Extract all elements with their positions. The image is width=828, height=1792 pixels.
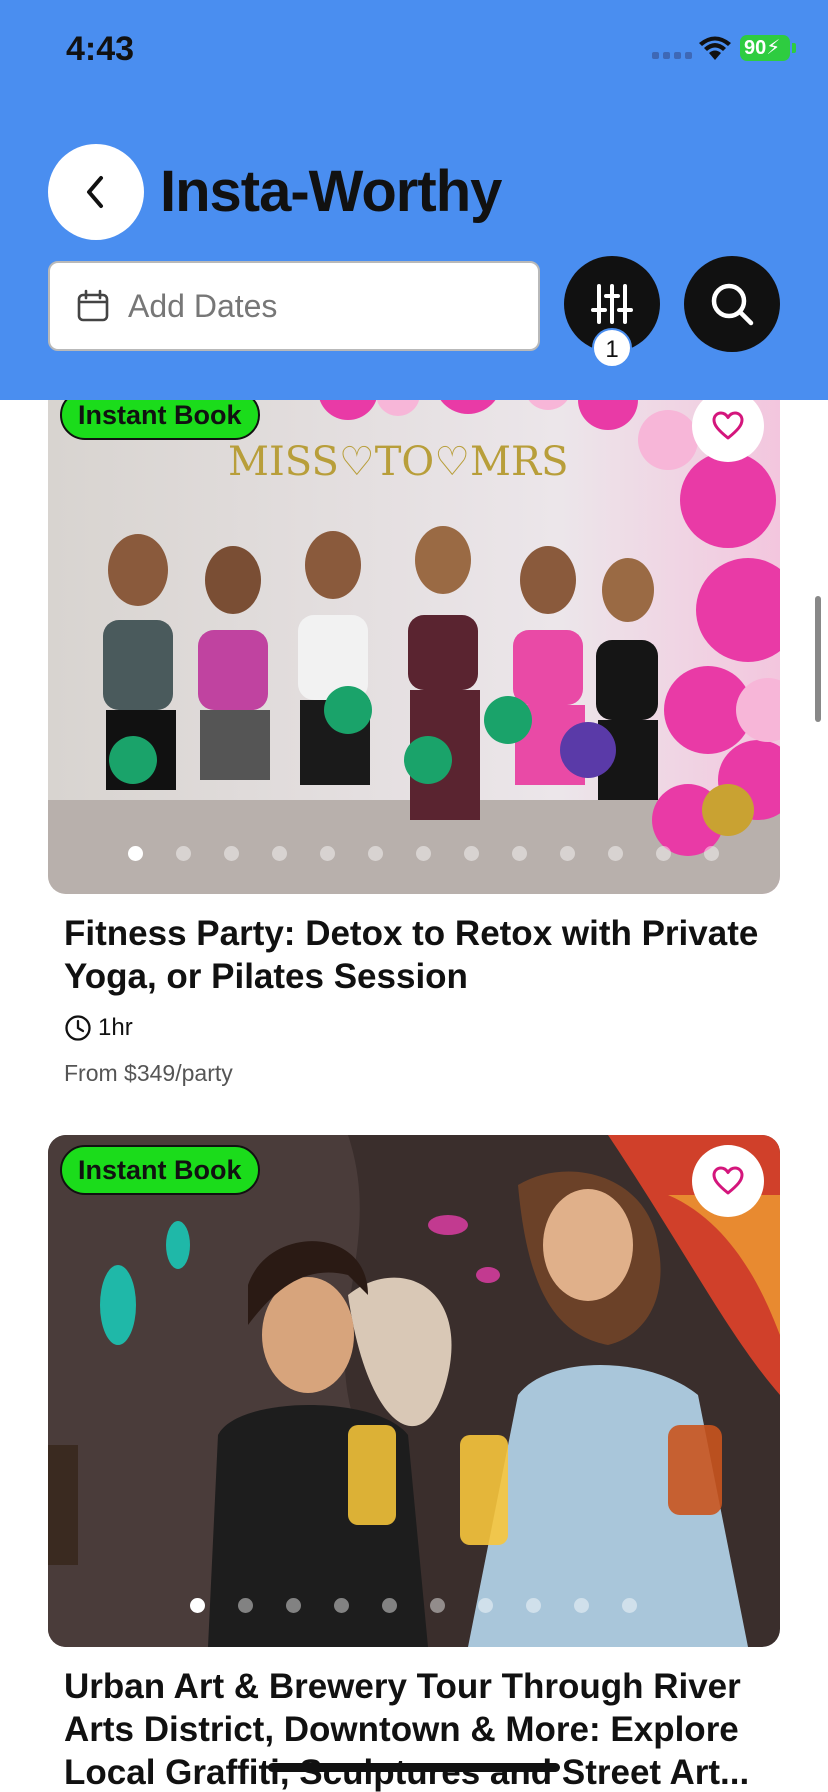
image-carousel-dots[interactable] xyxy=(48,846,780,861)
chevron-left-icon xyxy=(87,176,103,208)
home-indicator[interactable] xyxy=(268,1763,560,1772)
listing-price: From $349/party xyxy=(64,1060,233,1086)
listing-photo[interactable]: Instant Book xyxy=(48,1135,780,1647)
battery-level: 90 xyxy=(744,37,767,59)
carousel-dot[interactable] xyxy=(478,1598,493,1613)
svg-text:MISS♡TO♡MRS: MISS♡TO♡MRS xyxy=(228,439,569,485)
carousel-dot[interactable] xyxy=(286,1598,301,1613)
listing-photo[interactable]: MISS♡TO♡MRS Instant Book xyxy=(48,380,780,894)
listing-title[interactable]: Fitness Party: Detox to Retox with Priva… xyxy=(64,912,764,998)
carousel-dot[interactable] xyxy=(368,846,383,861)
carousel-dot[interactable] xyxy=(190,1598,205,1613)
image-carousel-dots[interactable] xyxy=(48,1598,780,1613)
carousel-dot[interactable] xyxy=(272,846,287,861)
scroll-indicator[interactable] xyxy=(815,596,821,722)
filter-count-badge: 1 xyxy=(592,328,632,368)
listing-duration: 1hr xyxy=(64,1014,133,1042)
page-title: Insta-Worthy xyxy=(160,159,502,224)
wifi-icon xyxy=(699,36,731,60)
heart-icon xyxy=(712,411,744,440)
carousel-dot[interactable] xyxy=(128,846,143,861)
search-icon xyxy=(711,283,754,326)
listing-photo-image: MISS♡TO♡MRS xyxy=(48,380,780,894)
carousel-dot[interactable] xyxy=(430,1598,445,1613)
search-button[interactable] xyxy=(684,256,780,352)
battery-icon: 90⚡ xyxy=(740,35,796,61)
carousel-dot[interactable] xyxy=(622,1598,637,1613)
back-button[interactable] xyxy=(48,144,144,240)
listing-photo-image xyxy=(48,1135,780,1647)
calendar-icon xyxy=(76,289,110,323)
duration-text: 1hr xyxy=(98,1014,133,1041)
carousel-dot[interactable] xyxy=(238,1598,253,1613)
carousel-dot[interactable] xyxy=(560,846,575,861)
carousel-dot[interactable] xyxy=(464,846,479,861)
listing-title[interactable]: Urban Art & Brewery Tour Through River A… xyxy=(64,1665,764,1792)
carousel-dot[interactable] xyxy=(526,1598,541,1613)
carousel-dot[interactable] xyxy=(382,1598,397,1613)
status-bar: 4:43 90⚡ xyxy=(0,0,828,100)
favorite-button[interactable] xyxy=(692,390,764,462)
favorite-button[interactable] xyxy=(692,1145,764,1217)
sliders-icon xyxy=(591,284,633,324)
status-time: 4:43 xyxy=(66,30,135,68)
carousel-dot[interactable] xyxy=(416,846,431,861)
clock-icon xyxy=(64,1014,92,1042)
carousel-dot[interactable] xyxy=(608,846,623,861)
heart-icon xyxy=(712,1166,744,1195)
add-dates-input[interactable]: Add Dates xyxy=(48,261,540,351)
add-dates-placeholder: Add Dates xyxy=(128,287,278,324)
carousel-dot[interactable] xyxy=(224,846,239,861)
carousel-dot[interactable] xyxy=(656,846,671,861)
carousel-dot[interactable] xyxy=(334,1598,349,1613)
carousel-dot[interactable] xyxy=(574,1598,589,1613)
header: 4:43 90⚡ Insta-Worthy Add Dates 1 xyxy=(0,0,828,400)
carousel-dot[interactable] xyxy=(704,846,719,861)
carousel-dot[interactable] xyxy=(512,846,527,861)
carousel-dot[interactable] xyxy=(176,846,191,861)
carousel-dot[interactable] xyxy=(320,846,335,861)
instant-book-badge: Instant Book xyxy=(60,1145,260,1195)
cellular-signal-icon xyxy=(652,52,692,59)
